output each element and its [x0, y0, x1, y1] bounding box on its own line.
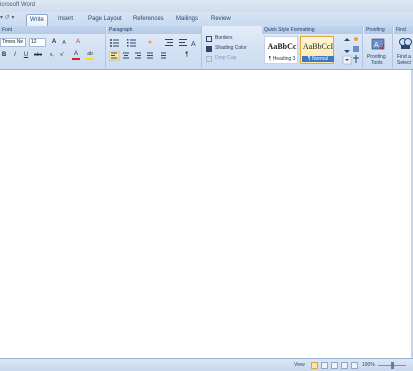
tab-references[interactable]: References: [130, 14, 167, 26]
view-label: View: [294, 362, 305, 368]
proofing-label-2[interactable]: Tools: [371, 60, 383, 67]
tab-write[interactable]: Write: [26, 14, 48, 26]
shading-color-button[interactable]: Shading Color: [215, 45, 247, 52]
style-sample: AaBbCc: [267, 42, 297, 51]
bold-button[interactable]: B: [0, 51, 8, 60]
quick-styles-header: Quick Style Formatting: [262, 26, 362, 34]
shrink-font-button[interactable]: A: [60, 39, 68, 48]
proofing-header: Proofing: [364, 26, 392, 34]
quick-access-toolbar[interactable]: ▾ ↺ ▾: [0, 14, 22, 24]
show-formatting-button[interactable]: ¶: [183, 51, 191, 60]
style-name: ¶ Normal: [302, 56, 334, 62]
full-screen-view-button[interactable]: [321, 362, 328, 369]
ribbon-tab-row: ▾ ↺ ▾ Write Insert Page Layout Reference…: [0, 12, 413, 26]
print-layout-view-button[interactable]: [311, 362, 318, 369]
title-bar: icrosoft Word: [0, 0, 413, 12]
proofing-group: Proofing A Proofing Tools: [364, 26, 393, 70]
underline-button[interactable]: U: [22, 51, 30, 60]
style-heading-3[interactable]: AaBbCc ¶ Heading 3: [264, 36, 298, 64]
font-group-header: Font: [0, 26, 105, 34]
style-scroll-icons: [342, 37, 359, 65]
ribbon: Font Times Ne 12 A A A B I U abc x, x' A…: [0, 26, 413, 70]
italic-button[interactable]: I: [11, 51, 19, 60]
font-group: Font Times Ne 12 A A A B I U abc x, x' A…: [0, 26, 106, 70]
superscript-button[interactable]: x': [58, 51, 66, 60]
drop-cap-button[interactable]: Drop Cap: [215, 55, 236, 62]
grow-font-button[interactable]: A: [50, 38, 58, 47]
style-sample: AaBbCcI: [302, 42, 334, 51]
web-layout-view-button[interactable]: [331, 362, 338, 369]
status-bar: View 100%: [0, 358, 413, 371]
select-label[interactable]: Select: [397, 60, 411, 67]
paragraph-list-icons: A: [110, 39, 196, 48]
document-canvas[interactable]: [0, 70, 413, 358]
shading-icon: [206, 46, 212, 52]
font-size-box[interactable]: 12: [29, 38, 46, 47]
word-window: icrosoft Word ▾ ↺ ▾ Write Insert Page La…: [0, 0, 413, 371]
font-name-box[interactable]: Times Ne: [0, 38, 26, 47]
borders-button[interactable]: Borders: [215, 35, 233, 42]
tab-mailings[interactable]: Mailings: [173, 14, 201, 26]
zoom-slider-handle[interactable]: [391, 362, 394, 369]
borders-group: Borders Shading Color Drop Cap: [203, 26, 260, 70]
highlight-button[interactable]: ab: [86, 51, 94, 60]
tab-review[interactable]: Review: [208, 14, 234, 26]
find-group: Find Find a Select: [394, 26, 413, 70]
draft-view-button[interactable]: [351, 362, 358, 369]
quick-styles-group: Quick Style Formatting AaBbCc ¶ Heading …: [262, 26, 363, 70]
drop-cap-icon: [206, 56, 212, 62]
tab-insert[interactable]: Insert: [55, 14, 76, 26]
window-title: icrosoft Word: [0, 2, 36, 8]
borders-icon: [206, 36, 212, 42]
tab-page-layout[interactable]: Page Layout: [85, 14, 125, 26]
outline-view-button[interactable]: [341, 362, 348, 369]
alignment-icons: [109, 51, 166, 61]
find-header: Find: [394, 26, 413, 34]
strikethrough-button[interactable]: abc: [34, 51, 42, 60]
find-icon[interactable]: [398, 37, 412, 51]
paragraph-group: Paragraph A ¶: [107, 26, 202, 70]
subscript-button[interactable]: x,: [48, 51, 56, 60]
zoom-level[interactable]: 100%: [362, 362, 375, 368]
svg-text:A: A: [191, 41, 196, 48]
style-name: ¶ Heading 3: [268, 56, 296, 62]
style-normal[interactable]: AaBbCcI ¶ Normal: [300, 36, 334, 64]
clear-format-button[interactable]: A: [74, 38, 82, 47]
svg-text:A: A: [374, 42, 379, 49]
font-color-button[interactable]: A: [72, 51, 80, 60]
paragraph-group-header: Paragraph: [107, 26, 201, 34]
proofing-tools-icon[interactable]: A: [371, 37, 385, 51]
